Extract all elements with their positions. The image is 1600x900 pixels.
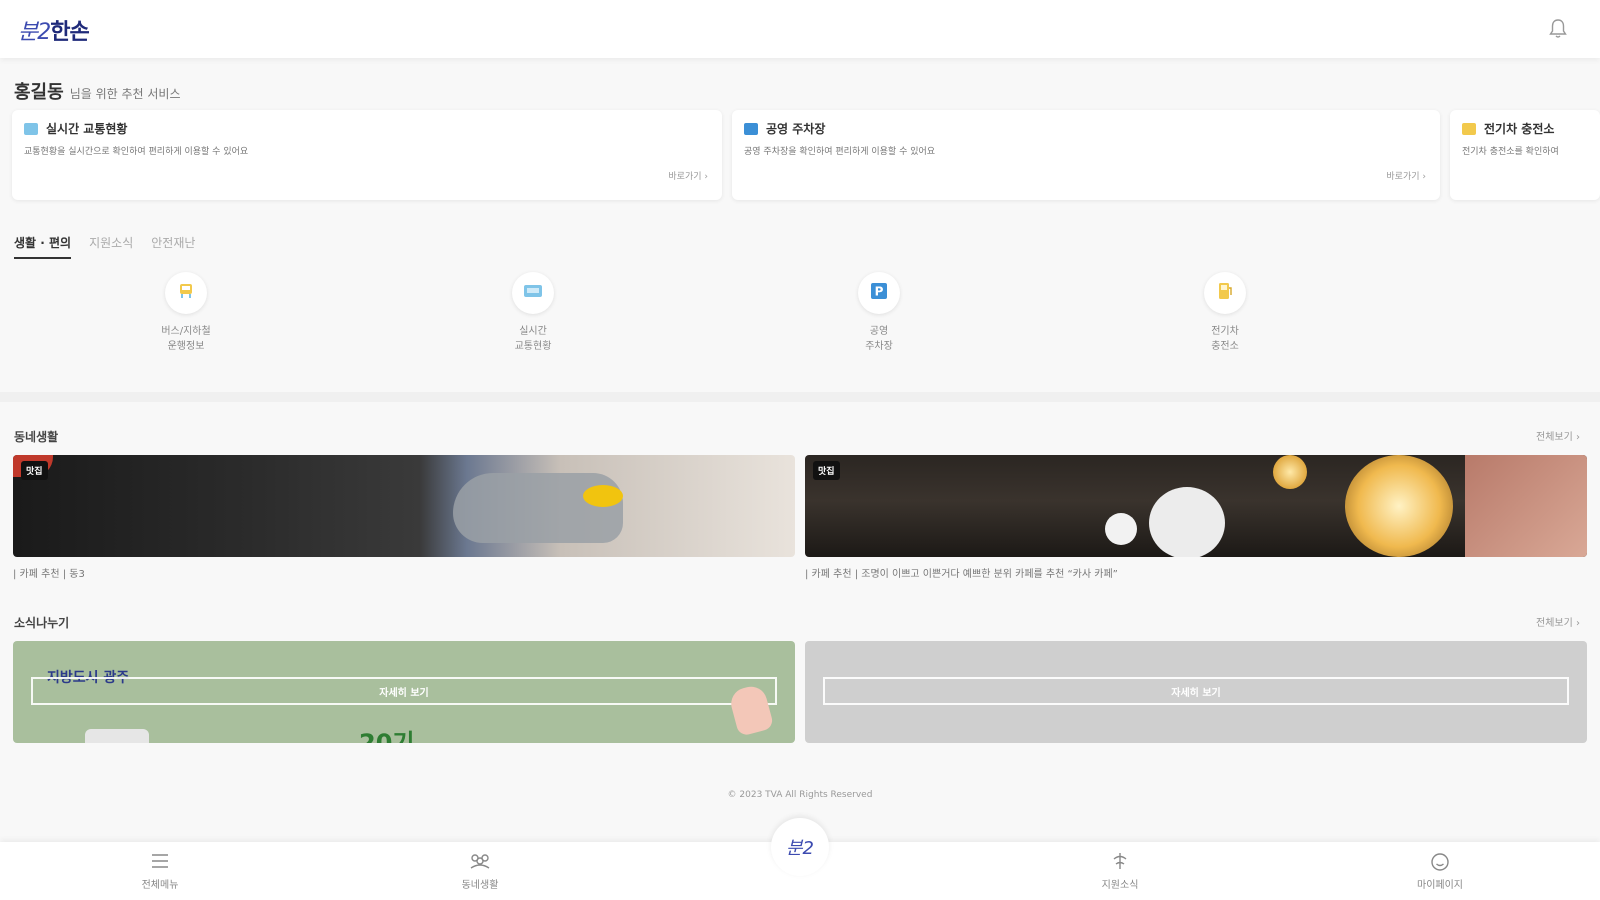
bus-card-icon (24, 122, 38, 135)
bell-icon[interactable] (1548, 18, 1568, 40)
lamp-illustration (1345, 455, 1453, 557)
section-title-neighborhood: 동네생활 (14, 430, 59, 444)
neighborhood-more-link[interactable]: 전체보기 › (1536, 428, 1580, 443)
post-caption[interactable]: | 카페 추천 | 조명이 이쁘고 이쁜거다 예쁘한 분위 카페를 추천 “카사… (805, 565, 1118, 580)
ev-charger-icon (1462, 122, 1476, 135)
bus-card-icon (523, 283, 543, 303)
news-card[interactable]: 자세히 보기 (805, 641, 1587, 743)
brick-wall-illustration (1465, 455, 1587, 557)
app-logo[interactable]: 분2한손 (18, 14, 90, 46)
copyright: © 2023 TVA All Rights Reserved (727, 790, 873, 800)
service-card-desc: 전기차 충전소를 확인하여 (1462, 147, 1559, 157)
news-detail-button[interactable]: 자세히 보기 (823, 677, 1569, 705)
chevron-right-icon: › (704, 172, 708, 182)
service-card-more-link[interactable]: 바로가기 › (1386, 169, 1426, 182)
nav-home[interactable]: 분2 (771, 818, 829, 876)
category-tabs: 생활 · 편의 지원소식 안전재난 (14, 234, 195, 259)
news-detail-button[interactable]: 자세히 보기 (31, 677, 777, 705)
quick-menu-item-traffic[interactable]: 실시간 교통현황 (463, 272, 603, 354)
quick-menu: 버스/지하철 운행정보 실시간 교통현황 P 공영 주차장 전기차 충전소 (0, 272, 1600, 382)
logo-text: 한손 (50, 20, 89, 45)
svg-text:P: P (875, 285, 884, 299)
top-bar: 분2한손 (0, 0, 1600, 58)
service-card-title: 공영 주차장 (766, 122, 826, 136)
service-card-more-link[interactable]: 바로가기 › (668, 169, 708, 182)
service-card-traffic[interactable]: 실시간 교통현황 교통현황을 실시간으로 확인하여 편리하게 이용할 수 있어요… (12, 110, 722, 200)
nav-all-menu[interactable]: 전체메뉴 (120, 852, 200, 891)
news-more-link[interactable]: 전체보기 › (1536, 614, 1580, 629)
bottom-nav: 전체메뉴 동네생활 분2 지원소식 마이페이지 (0, 818, 1600, 900)
post-badge: 맛집 (813, 461, 840, 480)
support-icon (1080, 852, 1160, 872)
service-card-title: 실시간 교통현황 (46, 122, 128, 136)
nav-mypage[interactable]: 마이페이지 (1400, 852, 1480, 891)
quick-menu-item-bus[interactable]: 버스/지하철 운행정보 (116, 272, 256, 354)
chevron-right-icon: › (1422, 172, 1426, 182)
menu-icon (120, 852, 200, 872)
figure-illustration (453, 473, 623, 543)
promo-number: 20기 (359, 729, 415, 743)
quick-menu-label: 버스/지하철 운행정보 (161, 326, 211, 352)
tab-safety[interactable]: 안전재난 (151, 234, 195, 259)
post-caption[interactable]: | 카페 추천 | 동3 (13, 565, 85, 580)
logo-mark: 분2 (18, 20, 51, 45)
section-title-news: 소식나누기 (14, 616, 70, 630)
user-name: 홍길동 (14, 82, 64, 103)
recommended-services: 실시간 교통현황 교통현황을 실시간으로 확인하여 편리하게 이용할 수 있어요… (12, 110, 1600, 202)
lamp-illustration (1273, 455, 1307, 489)
service-card-ev[interactable]: 전기차 충전소 전기차 충전소를 확인하여 (1450, 110, 1600, 200)
service-card-desc: 공영 주차장을 확인하여 편리하게 이용할 수 있어요 (744, 147, 936, 157)
news-card[interactable]: 지방도시 광주 자세히 보기 20기 (13, 641, 795, 743)
greeting-subtitle: 님을 위한 추천 서비스 (69, 87, 181, 101)
service-card-desc: 교통현황을 실시간으로 확인하여 편리하게 이용할 수 있어요 (24, 147, 249, 157)
quick-menu-item-ev[interactable]: 전기차 충전소 (1155, 272, 1295, 354)
ev-charger-icon (1217, 282, 1233, 304)
service-card-title: 전기차 충전소 (1484, 122, 1555, 136)
section-divider (0, 392, 1600, 402)
quick-menu-label: 전기차 충전소 (1211, 326, 1239, 352)
neighborhood-post-image[interactable]: 맛집 (13, 455, 795, 557)
nav-support[interactable]: 지원소식 (1080, 852, 1160, 891)
lamp-illustration (1149, 487, 1225, 557)
greeting: 홍길동 님을 위한 추천 서비스 (14, 78, 181, 104)
bus-stop-icon (177, 282, 195, 304)
figure-illustration (583, 485, 623, 507)
post-badge: 맛집 (21, 461, 48, 480)
profile-icon (1400, 852, 1480, 872)
quick-menu-item-parking[interactable]: P 공영 주차장 (809, 272, 949, 354)
neighborhood-post-image[interactable]: 맛집 (805, 455, 1587, 557)
quick-menu-label: 공영 주차장 (865, 326, 893, 352)
service-card-parking[interactable]: 공영 주차장 공영 주차장을 확인하여 편리하게 이용할 수 있어요 바로가기 … (732, 110, 1440, 200)
nav-neighborhood[interactable]: 동네생활 (440, 852, 520, 891)
quick-menu-label: 실시간 교통현황 (514, 326, 552, 352)
promo-decoration (85, 729, 149, 743)
parking-icon (744, 122, 758, 135)
home-logo-icon: 분2 (785, 838, 814, 859)
tab-living[interactable]: 생활 · 편의 (14, 234, 72, 259)
parking-icon: P (870, 282, 888, 304)
community-icon (440, 852, 520, 872)
tab-support[interactable]: 지원소식 (89, 234, 133, 259)
lamp-illustration (1105, 513, 1137, 545)
